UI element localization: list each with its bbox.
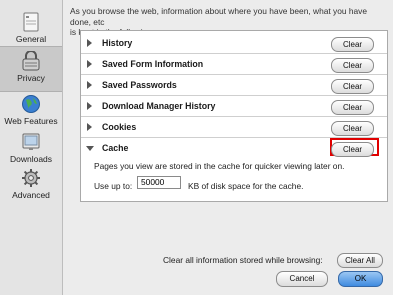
downloads-icon <box>22 133 40 150</box>
clear-download-history-button[interactable]: Clear <box>331 100 374 115</box>
sidebar-item-label: Web Features <box>4 116 58 126</box>
sidebar-item-label: General <box>15 34 47 44</box>
cancel-button[interactable]: Cancel <box>276 271 328 287</box>
section-history: History Clear <box>81 34 387 54</box>
clear-form-information-button[interactable]: Clear <box>331 58 374 73</box>
disclosure-triangle-icon[interactable] <box>87 60 92 68</box>
disclosure-triangle-icon[interactable] <box>87 123 92 131</box>
disclosure-triangle-icon[interactable] <box>87 81 92 89</box>
sidebar-item-label: Advanced <box>12 190 50 200</box>
section-label: Saved Passwords <box>102 80 177 90</box>
cache-size-input[interactable] <box>137 176 181 189</box>
cache-description: Pages you view are stored in the cache f… <box>94 161 345 171</box>
clear-cookies-button[interactable]: Clear <box>331 121 374 136</box>
preferences-sidebar: General Privacy Web Features Downloads A… <box>0 0 63 295</box>
advanced-icon <box>22 169 40 187</box>
sidebar-item-privacy[interactable]: Privacy <box>0 46 62 92</box>
section-saved-passwords: Saved Passwords Clear <box>81 76 387 96</box>
clear-all-button[interactable]: Clear All <box>337 253 383 268</box>
disclosure-triangle-icon[interactable] <box>87 39 92 47</box>
clear-cache-button[interactable]: Clear <box>331 142 374 157</box>
web-features-icon <box>22 95 40 113</box>
clear-history-button[interactable]: Clear <box>331 37 374 52</box>
disclosure-triangle-icon[interactable] <box>87 102 92 110</box>
section-label: Saved Form Information <box>102 59 204 69</box>
general-icon <box>23 12 39 32</box>
privacy-sections-panel: History Clear Saved Form Information Cle… <box>80 30 388 202</box>
intro-line: As you browse the web, information about… <box>70 6 368 27</box>
cache-size-label: Use up to: <box>94 181 133 191</box>
clear-passwords-button[interactable]: Clear <box>331 79 374 94</box>
ok-button[interactable]: OK <box>338 271 383 287</box>
clear-all-label: Clear all information stored while brows… <box>163 255 323 265</box>
section-cookies: Cookies Clear <box>81 118 387 138</box>
section-cache: Cache Clear <box>81 138 387 158</box>
sidebar-item-label: Downloads <box>9 154 53 164</box>
sidebar-item-advanced[interactable]: Advanced <box>0 164 62 208</box>
disclosure-triangle-expanded-icon[interactable] <box>86 146 94 151</box>
cache-size-unit-label: KB of disk space for the cache. <box>188 181 304 191</box>
section-saved-form-information: Saved Form Information Clear <box>81 55 387 75</box>
section-label: Cache <box>102 143 129 153</box>
section-label: History <box>102 38 133 48</box>
section-label: Download Manager History <box>102 101 216 111</box>
sidebar-item-label: Privacy <box>17 73 45 83</box>
section-download-manager-history: Download Manager History Clear <box>81 97 387 117</box>
section-label: Cookies <box>102 122 137 132</box>
privacy-icon <box>22 51 40 71</box>
